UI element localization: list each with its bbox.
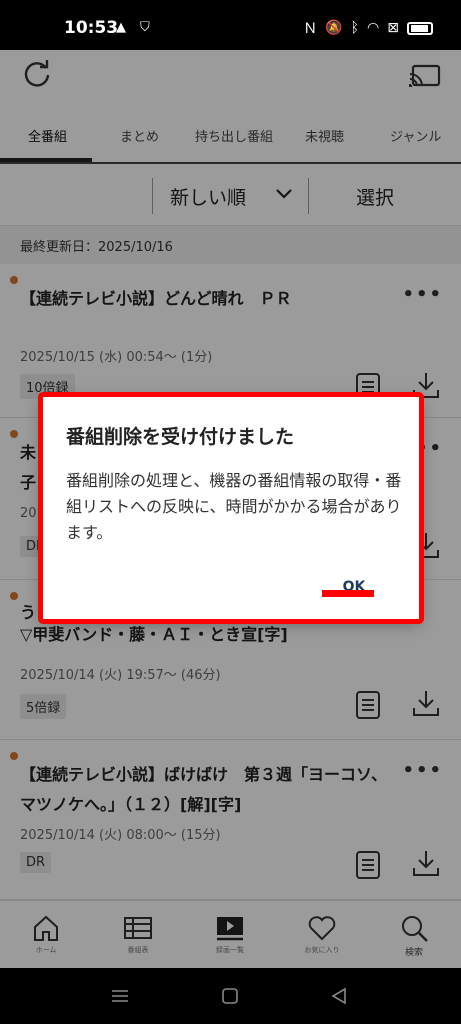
app-screen: 全番組 まとめ 持ち出し番組 未視聴 ジャンル 新しい順 選択 最終更新日：20… [0, 50, 461, 968]
warning-icon: ▲ [116, 20, 126, 35]
mute-icon: 🔕 [325, 20, 343, 36]
wifi-icon: ◠ [367, 20, 380, 36]
dialog-highlight-frame [38, 392, 424, 624]
back-icon[interactable] [330, 987, 348, 1005]
status-time: 10:53 [64, 18, 119, 38]
shield-icon: ⛉ [140, 20, 150, 35]
sim-off-icon: ⊠ [387, 20, 399, 36]
bluetooth-icon: ᛒ [350, 20, 360, 36]
status-icons: Ｎ 🔕 ᛒ ◠ ⊠ [303, 18, 433, 38]
battery-icon [407, 21, 433, 35]
system-navigation-bar [0, 968, 461, 1024]
home-button-icon[interactable] [221, 987, 239, 1005]
nfc-icon: Ｎ [303, 21, 318, 37]
status-bar: 10:53 ▲ ⛉ Ｎ 🔕 ᛒ ◠ ⊠ [0, 0, 461, 50]
recent-apps-icon[interactable] [110, 988, 130, 1004]
